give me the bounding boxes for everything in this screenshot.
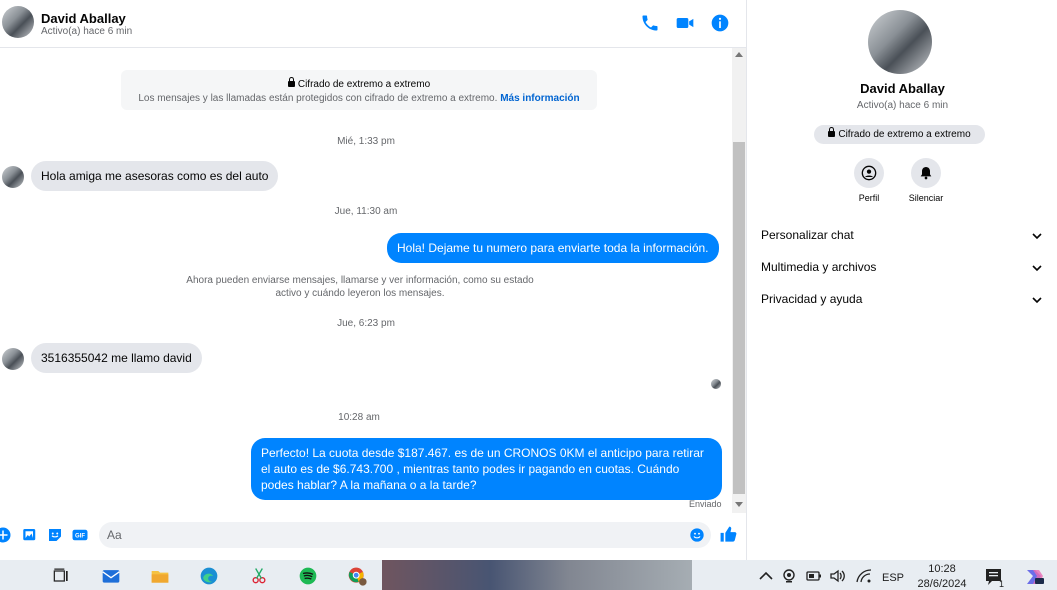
- snipping-tool-icon[interactable]: [248, 566, 270, 586]
- message-input[interactable]: [107, 526, 677, 544]
- outgoing-message[interactable]: Perfecto! La cuota desde $187.467. es de…: [251, 438, 722, 500]
- section-customize-chat[interactable]: Personalizar chat: [761, 228, 1044, 248]
- video-call-icon[interactable]: [675, 13, 695, 33]
- timestamp: Jue, 6:23 pm: [337, 318, 395, 329]
- mail-icon[interactable]: [100, 566, 122, 586]
- message-list: Cifrado de extremo a extremo Los mensaje…: [0, 48, 732, 513]
- spotify-icon[interactable]: [297, 566, 319, 586]
- lock-icon: [828, 127, 836, 137]
- sticker-icon[interactable]: [46, 526, 64, 544]
- outgoing-message[interactable]: Hola! Dejame tu numero para enviarte tod…: [387, 233, 719, 263]
- scroll-down-arrow-icon[interactable]: [735, 502, 743, 507]
- profile-circle-icon[interactable]: [854, 158, 884, 188]
- profile-action[interactable]: Perfil: [844, 158, 894, 203]
- contact-name[interactable]: David Aballay: [41, 11, 126, 26]
- sender-avatar[interactable]: [2, 166, 24, 188]
- image-icon[interactable]: [21, 526, 39, 544]
- language-indicator[interactable]: ESP: [882, 572, 904, 584]
- profile-label: Perfil: [858, 193, 880, 203]
- encryption-title: Cifrado de extremo a extremo: [297, 79, 431, 90]
- more-info-link[interactable]: Más información: [500, 93, 579, 104]
- system-message: Ahora pueden enviarse mensajes, llamarse…: [186, 275, 534, 299]
- mute-label: Silenciar: [908, 193, 944, 203]
- edge-browser-icon[interactable]: [198, 566, 220, 586]
- chrome-profile-icon[interactable]: [346, 566, 368, 586]
- wifi-icon[interactable]: [855, 566, 873, 586]
- notification-count: 1: [999, 579, 1005, 589]
- encryption-description: Los mensajes y las llamadas están proteg…: [138, 93, 498, 104]
- tray-chevron-up-icon[interactable]: [758, 566, 774, 586]
- section-media-files[interactable]: Multimedia y archivos: [761, 260, 1044, 280]
- incoming-message[interactable]: 3516355042 me llamo david: [31, 343, 202, 373]
- plus-icon[interactable]: [0, 526, 12, 544]
- section-privacy-help[interactable]: Privacidad y ayuda: [761, 292, 1044, 312]
- volume-icon[interactable]: [829, 566, 847, 586]
- seen-avatar-icon: [711, 379, 721, 389]
- incoming-message[interactable]: Hola amiga me asesoras como es del auto: [31, 161, 279, 191]
- lock-icon: [287, 77, 295, 87]
- task-view-icon[interactable]: [50, 566, 72, 586]
- chevron-down-icon: [1032, 265, 1042, 272]
- message-input-wrap[interactable]: [99, 522, 711, 548]
- conversation-info-panel: David Aballay Activo(a) hace 6 min Cifra…: [746, 0, 1057, 560]
- timestamp: Jue, 11:30 am: [334, 206, 398, 217]
- profile-status: Activo(a) hace 6 min: [856, 100, 949, 111]
- clock-time[interactable]: 10:28: [916, 563, 968, 575]
- delivery-status: Enviado: [689, 499, 722, 509]
- scroll-thumb[interactable]: [733, 142, 745, 494]
- chevron-down-icon: [1032, 233, 1042, 240]
- phone-icon[interactable]: [640, 13, 660, 33]
- message-scrollbar[interactable]: [732, 48, 746, 513]
- profile-name: David Aballay: [860, 81, 945, 96]
- file-explorer-icon[interactable]: [149, 566, 171, 586]
- timestamp: 10:28 am: [338, 412, 380, 423]
- contact-status: Activo(a) hace 6 min: [41, 26, 133, 37]
- profile-avatar[interactable]: [868, 10, 932, 74]
- emoji-icon[interactable]: [689, 527, 705, 543]
- info-icon[interactable]: [710, 13, 730, 33]
- chevron-down-icon: [1032, 297, 1042, 304]
- taskbar: ESP 10:28 28/6/2024 1: [0, 560, 1057, 590]
- svg-text:GIF: GIF: [75, 534, 85, 540]
- encryption-badge[interactable]: Cifrado de extremo a extremo: [814, 125, 985, 144]
- copilot-icon[interactable]: [1023, 566, 1045, 586]
- scroll-up-arrow-icon[interactable]: [735, 52, 743, 57]
- battery-icon[interactable]: [805, 566, 823, 586]
- sender-avatar[interactable]: [2, 348, 24, 370]
- thumbs-up-icon[interactable]: [719, 525, 738, 544]
- contact-avatar[interactable]: [2, 6, 34, 38]
- chat-header: David Aballay Activo(a) hace 6 min: [0, 0, 746, 48]
- composer: GIF: [0, 518, 746, 554]
- chat-pane: David Aballay Activo(a) hace 6 min Cifra…: [0, 0, 746, 560]
- taskbar-background-image: [382, 560, 692, 590]
- bell-icon[interactable]: [911, 158, 941, 188]
- gif-icon[interactable]: GIF: [71, 526, 89, 544]
- encryption-notice: Cifrado de extremo a extremo Los mensaje…: [121, 70, 597, 110]
- webcam-icon[interactable]: [781, 566, 797, 586]
- mute-action[interactable]: Silenciar: [901, 158, 951, 203]
- clock-date[interactable]: 28/6/2024: [912, 578, 972, 590]
- timestamp: Mié, 1:33 pm: [337, 136, 395, 147]
